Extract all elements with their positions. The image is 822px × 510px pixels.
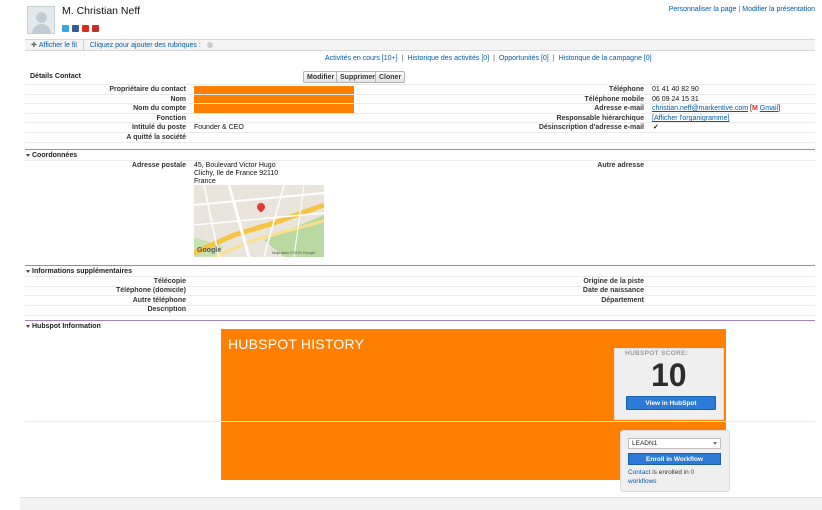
section-toggle-coordinates[interactable]: Coordonnées [26,152,77,159]
info-icon[interactable] [206,42,213,48]
email-link[interactable]: christian.neff@markentive.com [652,105,748,112]
field-label-home-phone: Téléphone (domicile) [115,287,186,294]
enrollment-status: Contact is enrolled in 0 workflows [628,469,695,485]
field-label-other-phone: Autre téléphone [132,297,186,304]
field-label-mobile: Téléphone mobile [584,96,644,103]
field-label-job-title: Intitulé du poste [131,124,186,131]
field-label-department: Département [601,297,644,304]
chevron-down-icon [713,442,717,445]
view-in-hubspot-button[interactable]: View in HubSpot [626,396,716,410]
map-credit: Map data ©2015 Google [272,250,316,255]
feed-hint[interactable]: Cliquez pour ajouter des rubriques : [84,42,201,49]
related-link-open-activities[interactable]: Activités en cours [10+] [325,55,398,62]
twitter-icon[interactable] [62,25,69,32]
hubspot-history-title: HUBSPOT HISTORY [228,336,365,352]
collapse-triangle-icon [26,325,30,328]
hubspot-score-value: 10 [651,357,687,393]
field-label-other-address: Autre adresse [597,162,644,169]
page-title: M. Christian Neff [62,5,140,17]
youtube-icon[interactable] [92,25,99,32]
related-link-campaign-history[interactable]: Historique de la campagne [0] [559,55,652,62]
postal-address: 45, Boulevard Victor Hugo Clichy, Ile de… [194,162,279,185]
field-label-postal-address: Adresse postale [131,162,186,169]
field-label-manager: Responsable hiérarchique [556,115,644,122]
field-label-lead-source: Origine de la piste [583,278,644,285]
field-label-function: Fonction [156,115,186,122]
social-icons [62,25,99,32]
delete-button[interactable]: Supprimer [336,71,380,83]
workflow-select[interactable]: LEADN1 [628,438,721,449]
field-label-email: Adresse e-mail [594,105,644,112]
field-label-account: Nom du compte [133,105,186,112]
field-label-left-company: A quitté la société [126,134,186,141]
collapse-triangle-icon [26,270,30,273]
field-value-mobile: 06 09 24 15 31 [652,96,699,103]
page-footer-band [20,497,822,510]
clone-button[interactable]: Cloner [375,71,406,83]
field-label-phone: Téléphone [608,86,644,93]
related-list-links: Activités en cours [10+] | Historique des … [325,55,652,62]
field-label-email-optout: Désinscription d'adresse e-mail [538,124,644,131]
customize-page-link[interactable]: Personnaliser la page [669,6,737,13]
field-label-owner: Propriétaire du contact [109,86,186,93]
gmail-icon: M [751,105,758,112]
workflows-link[interactable]: workflows [628,478,657,485]
field-value-phone: 01 41 40 82 90 [652,86,699,93]
section-toggle-additional-info[interactable]: Informations supplémentaires [26,268,132,275]
enroll-in-workflow-button[interactable]: Enroll in Workflow [628,453,721,465]
facebook-icon[interactable] [72,25,79,32]
feed-bar: ✚ Afficher le fil Cliquez pour ajouter d… [25,39,815,51]
page-actions: Personnaliser la page | Modifier la présen… [668,6,815,13]
edit-layout-link[interactable]: Modifier la présentation [742,6,815,13]
field-label-birthdate: Date de naissance [582,287,644,294]
field-label-fax: Télécopie [153,278,186,285]
contact-avatar [27,6,55,34]
address-map[interactable]: Google Map data ©2015 Google [194,185,324,257]
feed-icon: ✚ [31,42,37,49]
google-plus-icon[interactable] [82,25,89,32]
org-chart-link[interactable]: [Afficher l'organigramme] [652,115,729,122]
field-value-email-row: christian.neff@markentive.com [M Gmail] [652,105,780,112]
redacted-block [194,86,354,113]
google-logo: Google [197,247,222,254]
workflow-count-link[interactable]: 0 [691,469,695,476]
field-value-job-title: Founder & CEO [194,124,244,131]
hubspot-score-label: HUBSPOT SCORE: [625,350,689,357]
field-label-description: Description [147,306,186,313]
related-link-activity-history[interactable]: Historique des activités [0] [407,55,489,62]
collapse-triangle-icon [26,154,30,157]
section-toggle-hubspot[interactable]: Hubspot Information [26,323,101,330]
contact-link[interactable]: Contact [628,469,650,476]
edit-button[interactable]: Modifier [303,71,339,83]
related-link-opportunities[interactable]: Opportunités [0] [499,55,549,62]
show-feed-button[interactable]: ✚ Afficher le fil [25,40,84,50]
optout-checkmark-icon: ✓ [653,124,659,131]
gmail-link[interactable]: [M Gmail] [750,105,780,112]
detail-section-title: Détails Contact [30,73,81,80]
field-label-name: Nom [170,96,186,103]
